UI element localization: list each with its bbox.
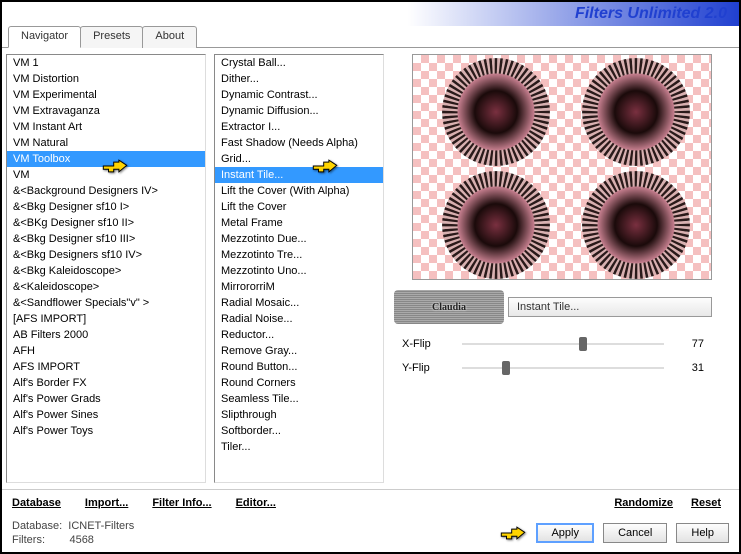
filter-item[interactable]: Radial Noise... [215,311,383,327]
preview-disc [441,170,551,280]
slider-track[interactable] [462,334,664,354]
editor-link[interactable]: Editor... [236,497,276,509]
filter-item[interactable]: Fast Shadow (Needs Alpha) [215,135,383,151]
pointer-icon [102,156,128,176]
filter-label-row: Claudia Instant Tile... [394,290,712,324]
title-bar: Filters Unlimited 2.0 [2,2,739,26]
footer: Database: ICNET-Filters Filters: 4568 Ap… [2,515,739,551]
category-item[interactable]: AB Filters 2000 [7,327,205,343]
category-item[interactable]: VM Instant Art [7,119,205,135]
filter-item[interactable]: Tiler... [215,439,383,455]
app-title: Filters Unlimited 2.0 [575,5,727,23]
category-item[interactable]: &<Bkg Kaleidoscope> [7,263,205,279]
main-panel: VM 1VM DistortionVM ExperimentalVM Extra… [2,47,739,489]
filter-item[interactable]: Grid... [215,151,383,167]
slider-label: Y-Flip [402,362,452,374]
watermark-text: Claudia [432,302,466,313]
slider-value: 77 [674,338,704,350]
category-list[interactable]: VM 1VM DistortionVM ExperimentalVM Extra… [6,54,206,483]
category-item[interactable]: Alf's Border FX [7,375,205,391]
apply-button[interactable]: Apply [536,523,594,543]
category-item[interactable]: VM Natural [7,135,205,151]
filter-item[interactable]: Remove Gray... [215,343,383,359]
category-item[interactable]: AFH [7,343,205,359]
cancel-button[interactable]: Cancel [603,523,667,543]
footer-buttons: Apply Cancel Help [530,527,729,539]
preview-image [412,54,712,280]
watermark: Claudia [394,290,504,324]
preview-column: Claudia Instant Tile... X-Flip 77 Y-Flip… [388,48,718,489]
link-button-row: Database Import... Filter Info... Editor… [2,489,739,515]
filter-item[interactable]: Lift the Cover (With Alpha) [215,183,383,199]
category-item[interactable]: AFS IMPORT [7,359,205,375]
category-item[interactable]: &<Background Designers IV> [7,183,205,199]
filter-item[interactable]: Dynamic Contrast... [215,87,383,103]
filter-item[interactable]: Mezzotinto Tre... [215,247,383,263]
filter-item[interactable]: MirrororriM [215,279,383,295]
tab-about[interactable]: About [142,26,197,48]
filter-list[interactable]: Crystal Ball...Dither...Dynamic Contrast… [214,54,384,483]
filter-item[interactable]: Round Button... [215,359,383,375]
filter-item[interactable]: Crystal Ball... [215,55,383,71]
pointer-icon [312,156,338,176]
category-item[interactable]: &<Kaleidoscope> [7,279,205,295]
category-item[interactable]: VM Distortion [7,71,205,87]
filter-item[interactable]: Extractor I... [215,119,383,135]
category-item[interactable]: VM 1 [7,55,205,71]
category-item[interactable]: [AFS IMPORT] [7,311,205,327]
preview-disc [581,57,691,167]
slider-xflip[interactable]: X-Flip 77 [394,332,712,356]
filter-item[interactable]: Slipthrough [215,407,383,423]
filter-item[interactable]: Seamless Tile... [215,391,383,407]
tab-presets[interactable]: Presets [80,26,143,48]
category-item[interactable]: &<BKg Designer sf10 II> [7,215,205,231]
filter-item[interactable]: Instant Tile... [215,167,383,183]
filter-item[interactable]: Dynamic Diffusion... [215,103,383,119]
tab-row: Navigator Presets About [8,26,739,48]
reset-link[interactable]: Reset [691,497,721,509]
tab-navigator[interactable]: Navigator [8,26,81,48]
filter-item[interactable]: Round Corners [215,375,383,391]
current-filter-name: Instant Tile... [508,297,712,317]
category-item[interactable]: &<Bkg Designer sf10 I> [7,199,205,215]
category-item[interactable]: Alf's Power Sines [7,407,205,423]
database-link[interactable]: Database [12,497,61,509]
filter-item[interactable]: Radial Mosaic... [215,295,383,311]
category-item[interactable]: VM Experimental [7,87,205,103]
filter-item[interactable]: Mezzotinto Uno... [215,263,383,279]
import-link[interactable]: Import... [85,497,128,509]
filter-item[interactable]: Softborder... [215,423,383,439]
preview-disc [441,57,551,167]
category-item[interactable]: &<Sandflower Specials"v" > [7,295,205,311]
filter-item[interactable]: Mezzotinto Due... [215,231,383,247]
slider-label: X-Flip [402,338,452,350]
category-item[interactable]: &<Bkg Designer sf10 III> [7,231,205,247]
status-text: Database: ICNET-Filters Filters: 4568 [12,519,134,547]
filter-item[interactable]: Reductor... [215,327,383,343]
category-item[interactable]: Alf's Power Toys [7,423,205,439]
randomize-link[interactable]: Randomize [614,497,673,509]
filter-item[interactable]: Dither... [215,71,383,87]
help-button[interactable]: Help [676,523,729,543]
slider-value: 31 [674,362,704,374]
filter-item[interactable]: Lift the Cover [215,199,383,215]
category-item[interactable]: Alf's Power Grads [7,391,205,407]
category-item[interactable]: &<Bkg Designers sf10 IV> [7,247,205,263]
slider-track[interactable] [462,358,664,378]
slider-yflip[interactable]: Y-Flip 31 [394,356,712,380]
pointer-icon [500,523,526,543]
preview-disc [581,170,691,280]
category-item[interactable]: VM Extravaganza [7,103,205,119]
filter-item[interactable]: Metal Frame [215,215,383,231]
filter-info-link[interactable]: Filter Info... [152,497,211,509]
